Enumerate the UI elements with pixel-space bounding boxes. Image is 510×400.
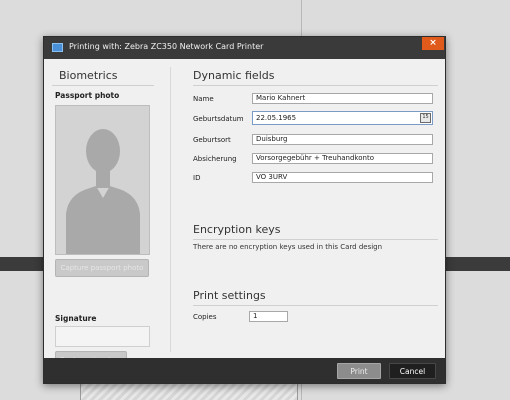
geburtsort-input[interactable]: Duisburg	[252, 134, 433, 145]
geburtsdatum-input[interactable]: 22.05.1965 15	[252, 111, 433, 125]
dynamic-fields-divider	[193, 85, 438, 86]
close-button[interactable]: ×	[422, 37, 444, 50]
encryption-keys-heading: Encryption keys	[193, 223, 281, 236]
background-rule-right	[446, 257, 510, 271]
field-label-geburtsdatum: Geburtsdatum	[193, 115, 244, 123]
passport-photo-label: Passport photo	[55, 91, 120, 100]
absicherung-input[interactable]: Vorsorgegebühr + Treuhandkonto	[252, 153, 433, 164]
biometrics-heading: Biometrics	[59, 69, 118, 82]
biometrics-divider	[52, 85, 154, 86]
field-label-absicherung: Absicherung	[193, 155, 237, 163]
dialog-footer: Print Cancel	[44, 358, 445, 383]
encryption-divider	[193, 239, 438, 240]
print-dialog: Printing with: Zebra ZC350 Network Card …	[43, 36, 446, 384]
biometrics-panel: Biometrics Passport photo Capture passpo…	[52, 67, 154, 369]
title-bar[interactable]: Printing with: Zebra ZC350 Network Card …	[44, 37, 445, 59]
field-label-geburtsort: Geburtsort	[193, 136, 231, 144]
calendar-icon[interactable]: 15	[420, 113, 431, 123]
cancel-button[interactable]: Cancel	[389, 363, 436, 379]
copies-label: Copies	[193, 313, 217, 321]
field-label-name: Name	[193, 95, 214, 103]
printer-card-icon	[52, 43, 63, 52]
card-fields-panel: Dynamic fields Name Mario Kahnert Geburt…	[193, 67, 438, 347]
print-settings-heading: Print settings	[193, 289, 266, 302]
encryption-note: There are no encryption keys used in thi…	[193, 243, 383, 251]
capture-photo-button[interactable]: Capture passport photo	[55, 259, 149, 277]
name-input[interactable]: Mario Kahnert	[252, 93, 433, 104]
passport-photo	[55, 105, 150, 255]
print-settings-divider	[193, 305, 438, 306]
print-button[interactable]: Print	[337, 363, 381, 379]
id-input[interactable]: VO 3URV	[252, 172, 433, 183]
signature-box	[55, 326, 150, 347]
copies-input[interactable]: 1	[249, 311, 288, 322]
window-title: Printing with: Zebra ZC350 Network Card …	[69, 42, 264, 51]
person-silhouette-icon	[66, 129, 140, 254]
background-rule-left	[0, 257, 48, 271]
field-label-id: ID	[193, 174, 201, 182]
background-card-preview	[80, 382, 298, 400]
signature-label: Signature	[55, 314, 97, 323]
panel-divider	[170, 67, 171, 352]
dynamic-fields-heading: Dynamic fields	[193, 69, 275, 82]
geburtsdatum-value: 22.05.1965	[256, 114, 297, 122]
